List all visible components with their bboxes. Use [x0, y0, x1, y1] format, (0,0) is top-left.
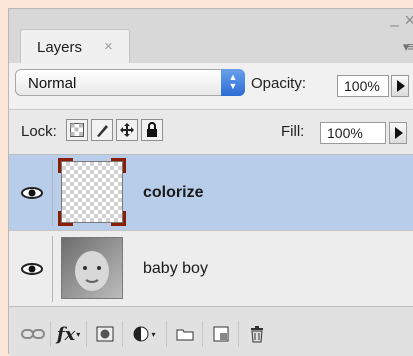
tab-layers[interactable]: Layers ×: [20, 29, 130, 63]
lock-label: Lock:: [21, 123, 57, 140]
link-layers-icon[interactable]: [15, 321, 51, 347]
visibility-toggle[interactable]: [13, 160, 53, 226]
panel-menu-icon[interactable]: ▾≡: [403, 39, 413, 55]
layer-thumbnail[interactable]: [58, 158, 126, 226]
layer-name[interactable]: colorize: [143, 184, 203, 202]
fill-input[interactable]: 100%: [320, 122, 386, 144]
eye-icon: [21, 187, 43, 199]
lock-transparent-pixels-icon[interactable]: [66, 119, 88, 141]
lock-all-icon[interactable]: [141, 119, 163, 141]
opacity-label: Opacity:: [251, 75, 307, 92]
opacity-slider-arrow-icon[interactable]: [391, 75, 409, 97]
visibility-toggle[interactable]: [13, 236, 53, 302]
layer-row-baby-boy[interactable]: baby boy: [9, 231, 413, 307]
new-group-folder-icon[interactable]: [167, 321, 203, 347]
layers-list: colorize baby boy: [9, 155, 413, 307]
tab-close-icon[interactable]: ×: [104, 38, 113, 55]
select-arrows-icon[interactable]: ▲ ▼: [221, 69, 245, 96]
fill-label: Fill:: [281, 123, 305, 140]
fx-layer-style-icon[interactable]: fx ▾: [51, 321, 87, 347]
new-layer-icon[interactable]: [203, 321, 239, 347]
blend-mode-select[interactable]: Normal ▲ ▼: [15, 69, 245, 96]
fill-slider-arrow-icon[interactable]: [389, 122, 407, 144]
blend-opacity-row: Normal ▲ ▼ Opacity: 100%: [9, 63, 413, 110]
trash-icon[interactable]: [239, 321, 275, 347]
close-icon[interactable]: ×: [404, 11, 413, 29]
layer-name[interactable]: baby boy: [143, 260, 208, 278]
layer-row-colorize[interactable]: colorize: [9, 155, 413, 231]
add-mask-icon[interactable]: [87, 321, 123, 347]
adjustment-layer-icon[interactable]: ▾: [123, 321, 167, 347]
panel-titlebar: – × Layers × ▾≡: [9, 9, 413, 63]
tab-label: Layers: [37, 39, 83, 56]
blend-mode-value: Normal: [28, 75, 77, 92]
lock-position-icon[interactable]: [116, 119, 138, 141]
fx-label: fx: [56, 323, 76, 345]
lock-image-pixels-icon[interactable]: [91, 119, 113, 141]
baby-photo-icon: [75, 251, 109, 291]
eye-icon: [21, 263, 43, 275]
layer-thumbnail[interactable]: [61, 237, 123, 299]
layers-bottom-toolbar: fx ▾ ▾: [9, 306, 413, 356]
layers-panel: – × Layers × ▾≡ Normal ▲ ▼ Opacity: 100% …: [8, 8, 413, 356]
opacity-input[interactable]: 100%: [337, 75, 389, 97]
lock-fill-row: Lock: Fill: 100%: [9, 110, 413, 155]
minimize-icon[interactable]: –: [390, 17, 399, 35]
